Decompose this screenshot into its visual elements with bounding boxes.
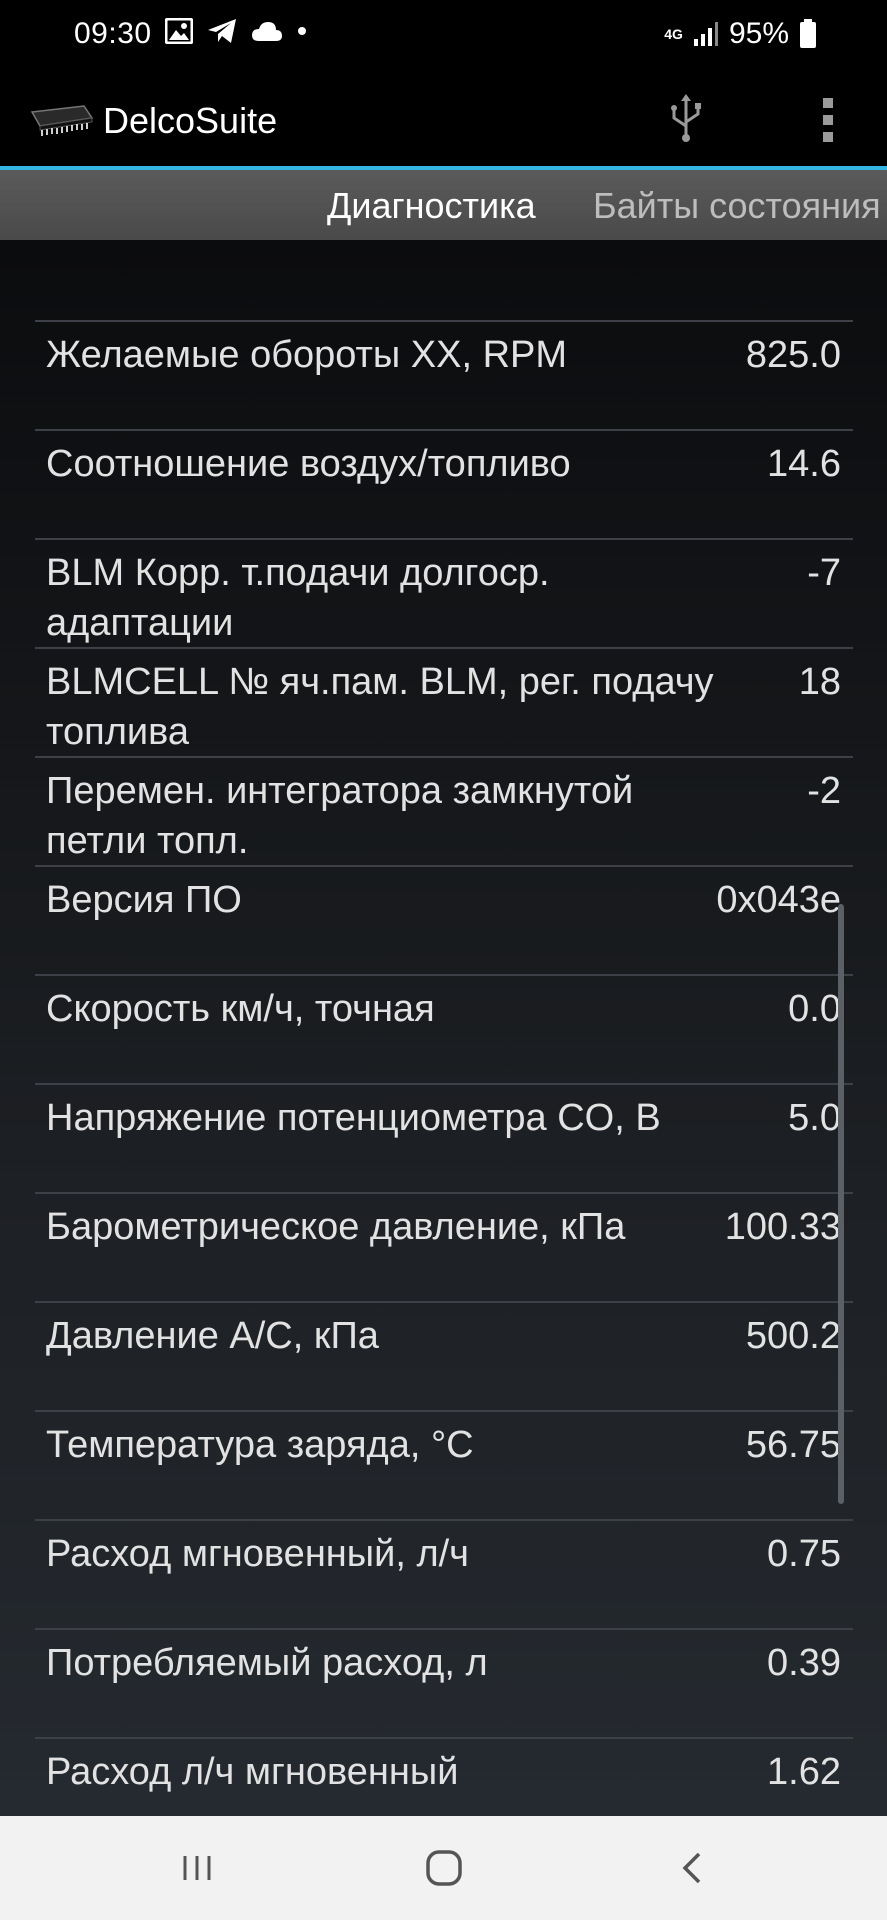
parameter-value: 0x043e <box>716 879 841 921</box>
parameter-label: Давление A/C, кПа <box>46 1315 379 1357</box>
parameter-label: Потребляемый расход, л <box>46 1642 488 1684</box>
parameter-value: 500.2 <box>745 1315 841 1357</box>
battery-icon <box>799 19 817 49</box>
dot-icon <box>297 26 307 36</box>
list-item[interactable]: Версия ПО 0x043e <box>35 865 853 975</box>
battery-percent: 95% <box>728 17 789 50</box>
scrollbar[interactable] <box>838 904 844 1504</box>
parameter-label: Перемен. интегратора замкнутой петли топ… <box>46 770 634 862</box>
usb-icon <box>664 92 708 144</box>
parameter-label: Скорость км/ч, точная <box>46 988 435 1030</box>
back-button[interactable] <box>668 1844 718 1892</box>
cloud-icon <box>251 20 283 42</box>
list-item[interactable]: Напряжение потенциометра CO, В 5.0 <box>35 1083 853 1193</box>
tab-strip: Диагностика Байты состояния <box>0 170 887 240</box>
list-item[interactable]: Желаемые обороты XX, RPM 825.0 <box>35 320 853 430</box>
signal-icon <box>693 21 719 47</box>
parameter-label: Желаемые обороты XX, RPM <box>46 334 568 376</box>
parameter-value: -7 <box>807 552 841 594</box>
system-status-icons: 4G 95% <box>664 17 817 51</box>
list-item[interactable]: Температура заряда, °C 56.75 <box>35 1410 853 1520</box>
parameter-label: Напряжение потенциометра CO, В <box>46 1097 661 1139</box>
parameter-value: 18 <box>798 661 841 703</box>
parameter-list[interactable]: Желаемые обороты XX, RPM 825.0 Соотношен… <box>0 240 887 1816</box>
back-icon <box>668 1844 718 1892</box>
parameter-label: Расход мгновенный, л/ч <box>46 1533 469 1575</box>
parameter-value: 5.0 <box>788 1097 841 1139</box>
list-item[interactable]: BLMCELL № яч.пам. BLM, рег. подачу топли… <box>35 647 853 757</box>
telegram-icon <box>207 18 237 44</box>
parameter-label: Соотношение воздух/топливо <box>46 443 571 485</box>
navigation-bar <box>0 1816 887 1920</box>
notification-icons <box>165 18 307 44</box>
parameter-value: 56.75 <box>745 1424 841 1466</box>
overflow-menu-icon <box>810 92 846 148</box>
parameter-value: 1.62 <box>767 1751 841 1793</box>
app-title: DelcoSuite <box>103 100 278 141</box>
list-item[interactable]: Барометрическое давление, кПа 100.33 <box>35 1192 853 1302</box>
status-bar: 09:30 4G 95% <box>0 0 887 70</box>
chip-icon <box>26 98 94 138</box>
parameter-value: 0.75 <box>767 1533 841 1575</box>
list-item[interactable]: Соотношение воздух/топливо 14.6 <box>35 429 853 539</box>
recent-apps-button[interactable] <box>172 1844 222 1892</box>
parameter-value: 0.0 <box>788 988 841 1030</box>
usb-button[interactable] <box>664 92 708 144</box>
parameter-label: BLMCELL № яч.пам. BLM, рег. подачу топли… <box>46 661 714 753</box>
parameter-label: Расход л/ч мгновенный <box>46 1751 459 1793</box>
parameter-label: Версия ПО <box>46 879 242 921</box>
status-time: 09:30 <box>74 17 152 50</box>
list-item[interactable]: Перемен. интегратора замкнутой петли топ… <box>35 756 853 866</box>
parameter-value: 100.33 <box>724 1206 841 1248</box>
list-item[interactable]: Давление A/C, кПа 500.2 <box>35 1301 853 1411</box>
home-button[interactable] <box>419 1844 469 1892</box>
recent-apps-icon <box>172 1844 222 1892</box>
gallery-icon <box>165 18 193 44</box>
list-item[interactable]: Расход мгновенный, л/ч 0.75 <box>35 1519 853 1629</box>
overflow-menu-button[interactable] <box>810 92 846 148</box>
tab-diagnostics[interactable]: Диагностика <box>327 185 536 227</box>
parameter-value: 0.39 <box>767 1642 841 1684</box>
parameter-value: 825.0 <box>745 334 841 376</box>
list-item[interactable]: Скорость км/ч, точная 0.0 <box>35 974 853 1084</box>
tab-status-bytes[interactable]: Байты состояния <box>593 185 881 227</box>
list-item[interactable]: Расход л/ч мгновенный 1.62 <box>35 1737 853 1816</box>
parameter-label: Температура заряда, °C <box>46 1424 474 1466</box>
parameter-label: Барометрическое давление, кПа <box>46 1206 626 1248</box>
parameter-value: 14.6 <box>767 443 841 485</box>
list-item[interactable]: BLM Корр. т.подачи долгоср. адаптации -7 <box>35 538 853 648</box>
home-icon <box>419 1844 469 1892</box>
parameter-value: -2 <box>807 770 841 812</box>
network-type-label: 4G <box>664 26 683 42</box>
list-item[interactable]: Потребляемый расход, л 0.39 <box>35 1628 853 1738</box>
parameter-label: BLM Корр. т.подачи долгоср. адаптации <box>46 552 550 644</box>
